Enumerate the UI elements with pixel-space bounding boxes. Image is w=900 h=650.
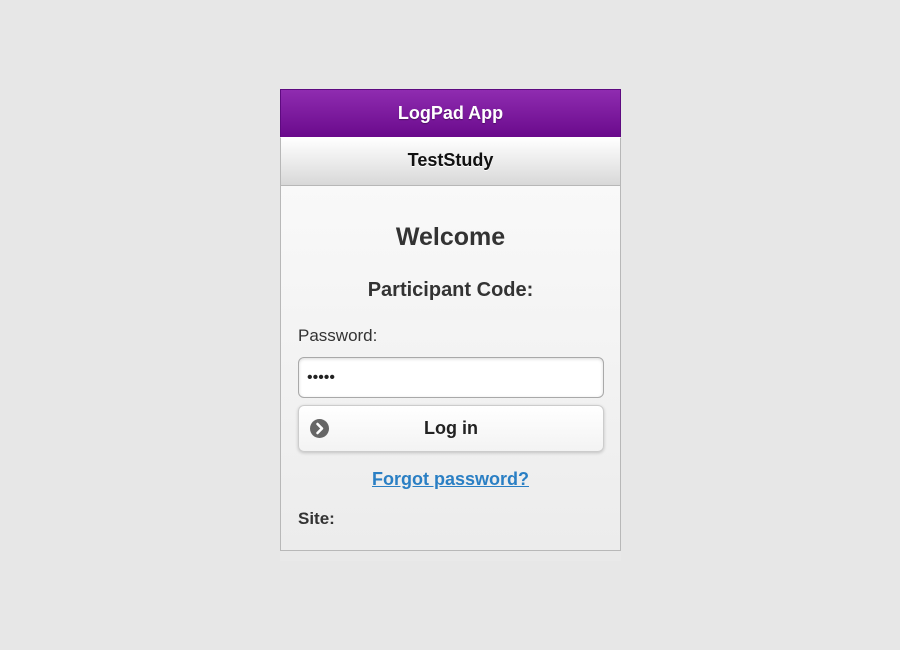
chevron-right-circle-icon — [310, 419, 329, 438]
site-label: Site: — [298, 509, 335, 528]
forgot-password-link[interactable]: Forgot password? — [281, 469, 620, 490]
study-title: TestStudy — [407, 150, 494, 170]
app-window: LogPad App TestStudy Welcome Participant… — [280, 89, 621, 561]
login-panel: Welcome Participant Code: Password: Log … — [280, 186, 621, 551]
password-label: Password: — [298, 326, 378, 345]
login-button[interactable]: Log in — [298, 405, 604, 452]
password-field[interactable] — [298, 357, 604, 398]
app-header: LogPad App — [280, 89, 621, 137]
app-title: LogPad App — [397, 103, 504, 123]
study-header: TestStudy — [280, 137, 621, 186]
welcome-heading: Welcome — [395, 223, 506, 251]
login-button-label: Log in — [424, 418, 478, 438]
participant-code-label: Participant Code: — [367, 279, 534, 301]
